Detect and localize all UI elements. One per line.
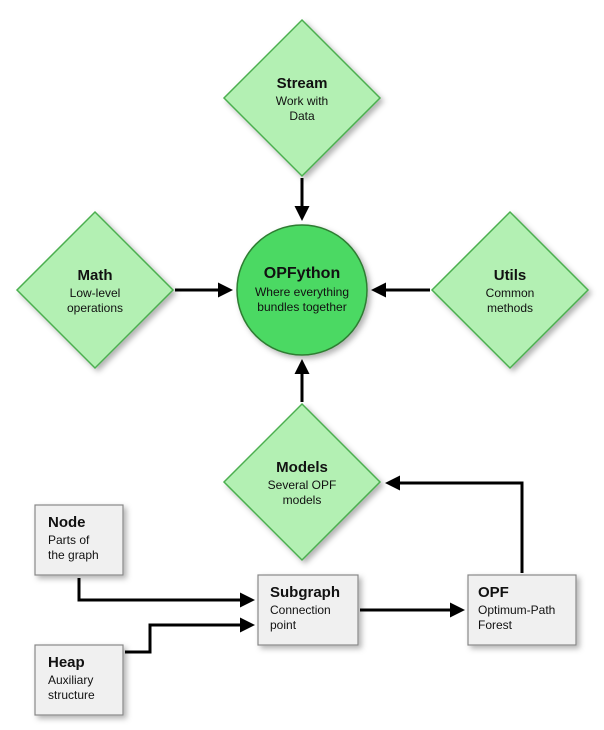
diagram-canvas: OPFython Where everything bundles togeth… (0, 0, 604, 730)
center-subtitle-line1: Where everything (255, 285, 349, 299)
math-title: Math (78, 267, 113, 284)
opf-title: OPF (478, 584, 509, 601)
heap-sub1: Auxiliary (48, 673, 93, 687)
utils-sub2: methods (487, 301, 533, 315)
stream-sub2: Data (289, 109, 315, 123)
math-sub1: Low-level (70, 286, 121, 300)
center-subtitle-line2: bundles together (257, 300, 346, 314)
utils-sub1: Common (486, 286, 535, 300)
utils-title: Utils (494, 267, 527, 284)
heap-title: Heap (48, 654, 85, 671)
stream-sub1: Work with (276, 94, 328, 108)
arrow-heap-to-subgraph (125, 625, 252, 652)
stream-title: Stream (277, 75, 328, 92)
heap-sub2: structure (48, 688, 95, 702)
math-sub2: operations (67, 301, 123, 315)
subgraph-sub2: point (270, 618, 297, 632)
models-title: Models (276, 459, 328, 476)
subgraph-sub1: Connection (270, 603, 331, 617)
node-sub1: Parts of (48, 533, 90, 547)
subgraph-title: Subgraph (270, 584, 340, 601)
arrow-node-to-subgraph (79, 578, 252, 600)
center-title: OPFython (264, 265, 340, 282)
node-sub2: the graph (48, 548, 99, 562)
models-sub2: models (283, 493, 322, 507)
opf-sub1: Optimum-Path (478, 603, 555, 617)
arrow-opf-to-models (388, 483, 522, 573)
node-title: Node (48, 514, 86, 531)
models-sub1: Several OPF (268, 478, 337, 492)
opf-sub2: Forest (478, 618, 513, 632)
